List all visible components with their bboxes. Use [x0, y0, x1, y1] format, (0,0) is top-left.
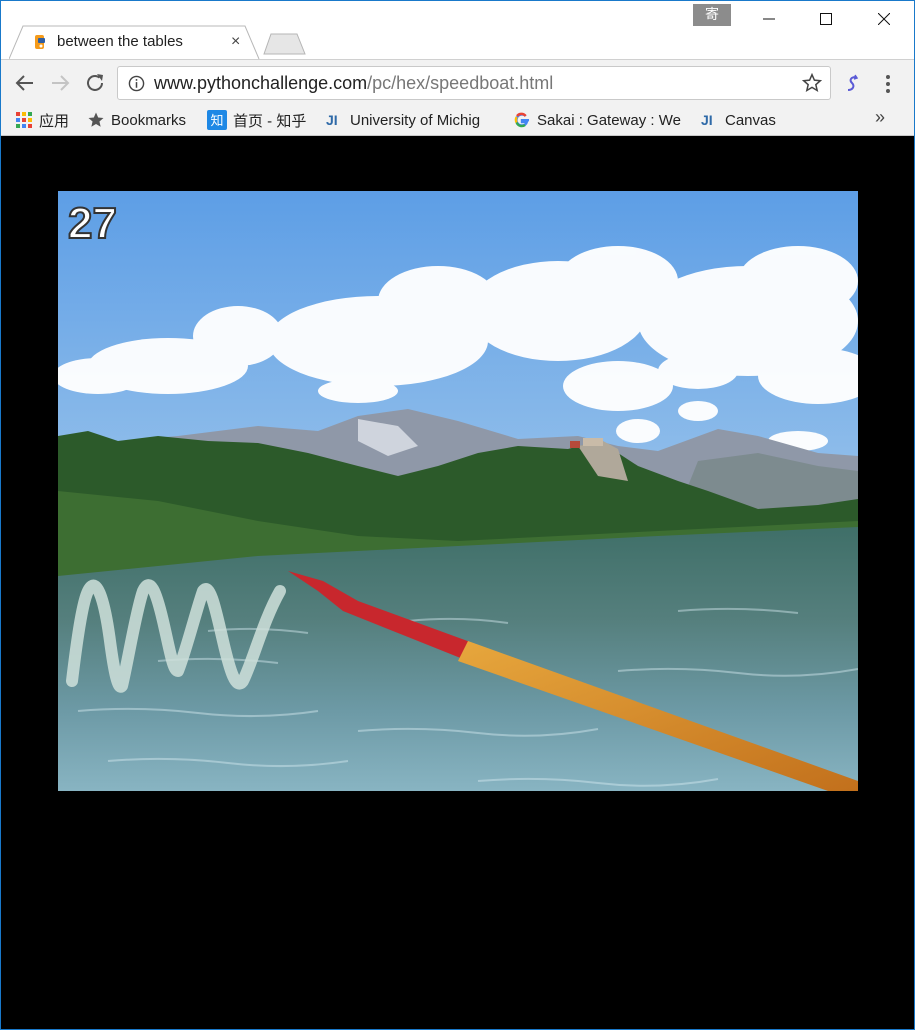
site-info-icon[interactable]: [128, 75, 145, 92]
url-text[interactable]: www.pythonchallenge.com/pc/hex/speedboat…: [154, 73, 553, 94]
close-window-button[interactable]: [855, 1, 913, 37]
minimize-button[interactable]: [740, 1, 798, 37]
extension-icon[interactable]: [843, 74, 863, 94]
bookmark-label: Sakai : Gateway : We: [537, 111, 681, 129]
bookmark-label: Canvas: [725, 111, 776, 129]
image-number: 27: [67, 198, 118, 249]
zhihu-icon: 知: [207, 110, 227, 130]
star-icon: [87, 111, 105, 129]
bookmarks-overflow-icon[interactable]: »: [875, 107, 885, 128]
bookmarks-bar: 应用 Bookmarks 知 首页 - 知乎 JI University of …: [1, 105, 914, 136]
new-tab-button[interactable]: [263, 33, 307, 55]
back-arrow-icon[interactable]: [13, 71, 37, 95]
bookmark-star-icon[interactable]: [802, 73, 822, 93]
bookmark-label: University of Michig: [350, 111, 481, 129]
bookmark-sakai[interactable]: Sakai : Gateway : We: [513, 109, 685, 131]
close-icon: [878, 13, 890, 25]
jl-icon: JI: [701, 111, 719, 129]
bookmark-canvas[interactable]: JI Canvas: [701, 109, 791, 131]
page-content: 27: [1, 136, 914, 1029]
bookmark-umich[interactable]: JI University of Michig: [326, 109, 496, 131]
tab-title: between the tables: [57, 33, 183, 50]
title-bar: between the tables × 寄: [1, 1, 914, 59]
bookmark-zhihu[interactable]: 知 首页 - 知乎: [207, 109, 313, 131]
bookmark-label: Bookmarks: [111, 111, 187, 129]
jl-icon: JI: [326, 111, 344, 129]
more-menu-icon[interactable]: [885, 74, 891, 94]
bookmark-label: 应用: [39, 112, 70, 130]
minimize-icon: [763, 18, 775, 20]
url-path: /pc/hex/speedboat.html: [367, 73, 554, 93]
svg-text:JI: JI: [326, 112, 338, 128]
browser-tab[interactable]: between the tables ×: [9, 25, 260, 59]
python-challenge-favicon: [35, 35, 45, 49]
bookmark-apps[interactable]: 应用: [15, 109, 75, 131]
maximize-icon: [820, 13, 832, 25]
lake-scene-image: [58, 191, 858, 791]
maximize-button[interactable]: [797, 1, 855, 37]
tab-close-icon[interactable]: ×: [231, 33, 240, 51]
url-host: www.pythonchallenge.com: [154, 73, 368, 93]
ime-indicator: 寄: [693, 4, 731, 26]
bookmark-label: 首页 - 知乎: [233, 112, 307, 130]
google-icon: [513, 111, 531, 129]
reload-icon[interactable]: [83, 71, 107, 95]
forward-arrow-icon[interactable]: [48, 71, 72, 95]
browser-toolbar: www.pythonchallenge.com/pc/hex/speedboat…: [1, 59, 914, 106]
lake-photo[interactable]: 27: [58, 191, 858, 791]
bookmark-bookmarks[interactable]: Bookmarks: [87, 109, 197, 131]
browser-window: between the tables × 寄 www.pythonchallen…: [0, 0, 915, 1030]
apps-grid-icon: [15, 111, 33, 129]
svg-text:JI: JI: [701, 112, 713, 128]
address-bar[interactable]: www.pythonchallenge.com/pc/hex/speedboat…: [117, 66, 831, 100]
svg-text:知: 知: [210, 113, 223, 129]
